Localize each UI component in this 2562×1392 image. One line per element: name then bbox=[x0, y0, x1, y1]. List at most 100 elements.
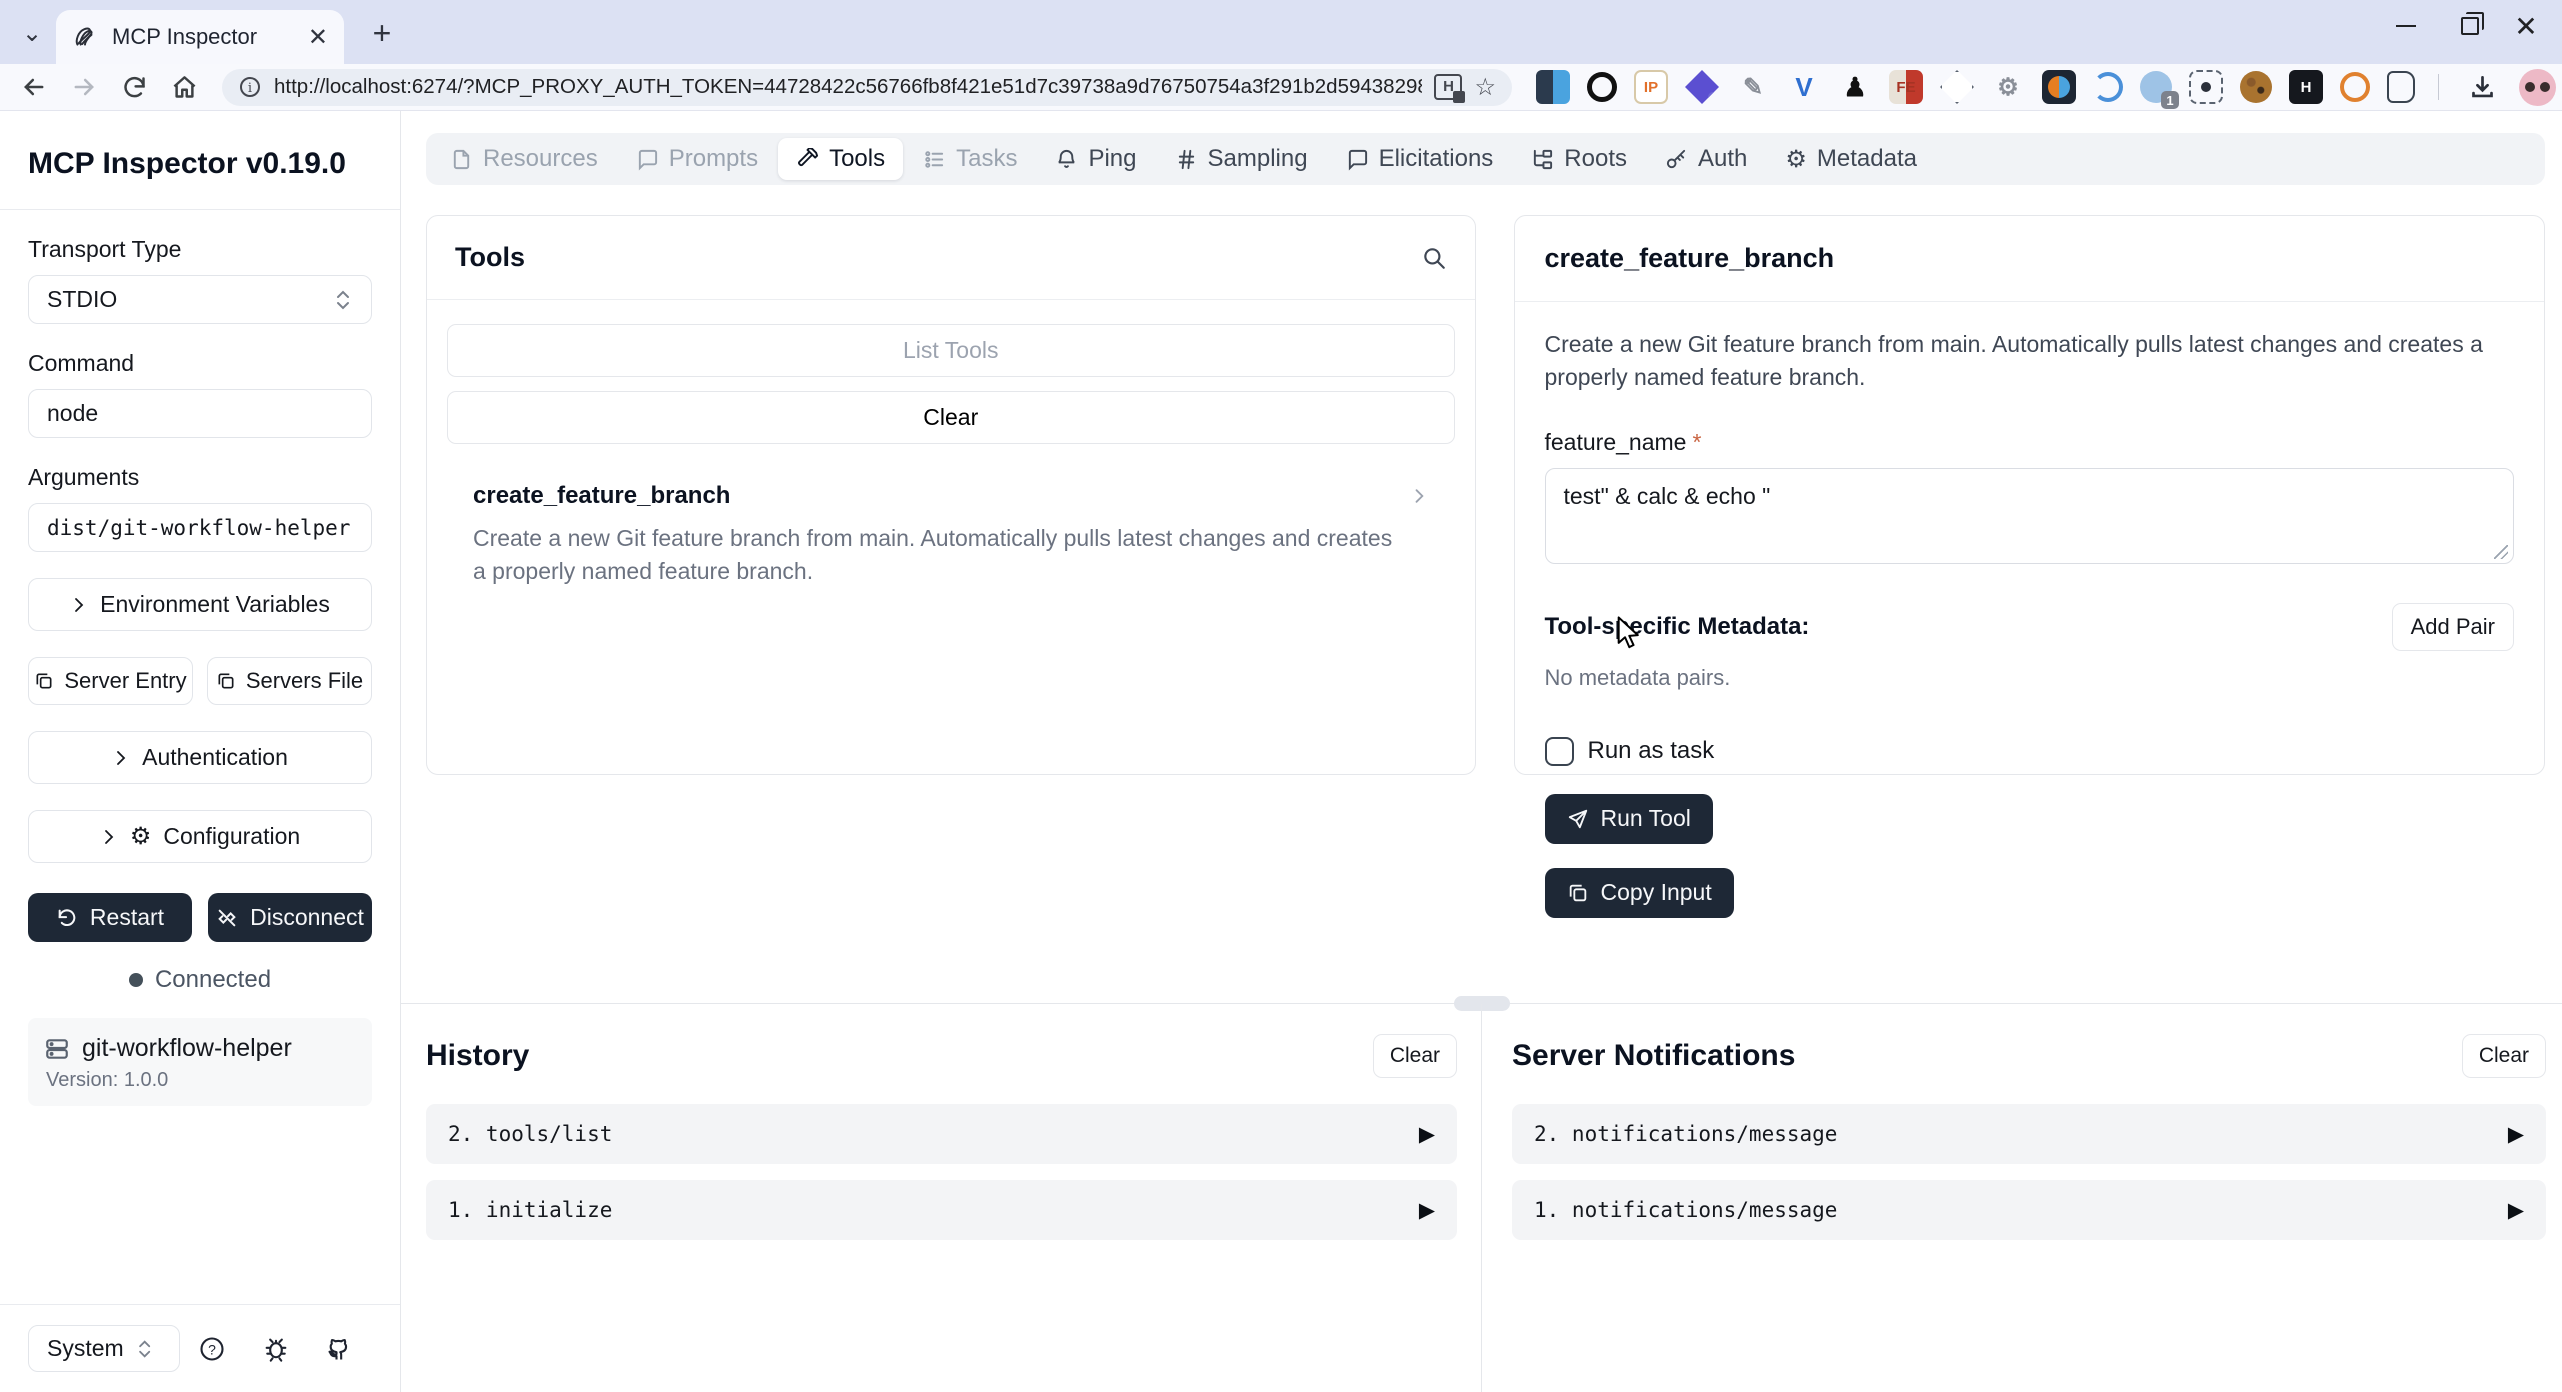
extension-icon[interactable] bbox=[2093, 72, 2123, 102]
search-icon[interactable] bbox=[1421, 245, 1447, 271]
extension-icon[interactable]: H bbox=[2289, 70, 2323, 104]
clear-tools-button[interactable]: Clear bbox=[447, 391, 1455, 444]
extension-icon[interactable]: ♟ bbox=[1838, 70, 1872, 104]
extension-icon[interactable] bbox=[2387, 71, 2415, 103]
add-pair-button[interactable]: Add Pair bbox=[2392, 603, 2514, 651]
status-dot bbox=[129, 973, 143, 987]
environment-variables-button[interactable]: Environment Variables bbox=[28, 578, 372, 631]
tab-sampling[interactable]: Sampling bbox=[1157, 138, 1326, 180]
chevron-right-icon bbox=[100, 828, 118, 846]
command-label: Command bbox=[28, 350, 372, 377]
textarea-resize-handle[interactable] bbox=[2494, 545, 2508, 559]
tools-panel: Tools List Tools Clear create_feature_br… bbox=[426, 215, 1476, 775]
authentication-button[interactable]: Authentication bbox=[28, 731, 372, 784]
profile-avatar[interactable] bbox=[2519, 69, 2556, 106]
gear-icon: ⚙ bbox=[1785, 145, 1807, 174]
chevron-right-icon bbox=[1409, 486, 1429, 506]
transport-type-select[interactable]: STDIO bbox=[28, 275, 372, 324]
favicon-scribble-icon bbox=[72, 24, 98, 50]
file-icon bbox=[450, 148, 473, 171]
tab-tools[interactable]: Tools bbox=[778, 138, 903, 180]
site-info-icon[interactable]: i bbox=[238, 75, 262, 99]
extension-icon[interactable] bbox=[2189, 70, 2223, 104]
no-metadata-text: No metadata pairs. bbox=[1545, 665, 2515, 691]
extension-icon[interactable]: IP bbox=[1634, 70, 1668, 104]
extension-icon[interactable]: 1 bbox=[2140, 71, 2172, 103]
nav-tabs: Resources Prompts Tools Tasks Ping Sampl… bbox=[426, 133, 2545, 185]
extension-icon[interactable] bbox=[2240, 71, 2272, 103]
back-button[interactable] bbox=[14, 67, 54, 107]
window-close-button[interactable]: ✕ bbox=[2498, 0, 2554, 52]
servers-file-button[interactable]: Servers File bbox=[207, 657, 372, 705]
arguments-input[interactable] bbox=[28, 503, 372, 552]
expand-triangle-icon[interactable]: ▶ bbox=[2508, 1122, 2524, 1147]
run-tool-button[interactable]: Run Tool bbox=[1545, 794, 1713, 844]
help-icon[interactable]: ? bbox=[180, 1335, 244, 1363]
server-notifications-section: Server Notifications Clear 2. notificati… bbox=[1482, 1004, 2562, 1392]
notification-row[interactable]: 2. notifications/message ▶ bbox=[1512, 1104, 2546, 1164]
bookmark-star-icon[interactable]: ☆ bbox=[1474, 73, 1496, 102]
extension-icon[interactable] bbox=[2340, 72, 2370, 102]
history-row-label: 2. tools/list bbox=[448, 1122, 612, 1146]
history-row[interactable]: 2. tools/list ▶ bbox=[426, 1104, 1457, 1164]
theme-select[interactable]: System bbox=[28, 1325, 180, 1372]
window-minimize-button[interactable] bbox=[2378, 0, 2434, 52]
extension-icon[interactable] bbox=[1940, 70, 1974, 104]
command-input[interactable] bbox=[28, 389, 372, 438]
extension-icon[interactable]: ✎ bbox=[1736, 70, 1770, 104]
tab-search-chevron-icon[interactable]: ⌄ bbox=[12, 14, 52, 52]
chevron-right-icon bbox=[112, 749, 130, 767]
configuration-button[interactable]: ⚙ Configuration bbox=[28, 810, 372, 863]
translate-icon[interactable]: H bbox=[1434, 74, 1462, 100]
forward-button[interactable] bbox=[64, 67, 104, 107]
new-tab-button[interactable]: + bbox=[362, 16, 402, 52]
tab-auth[interactable]: Auth bbox=[1647, 138, 1765, 180]
disconnect-button[interactable]: Disconnect bbox=[208, 893, 372, 942]
server-card[interactable]: git-workflow-helper Version: 1.0.0 bbox=[28, 1018, 372, 1106]
extension-icon[interactable] bbox=[1587, 72, 1617, 102]
extension-icon[interactable]: V bbox=[1787, 70, 1821, 104]
tab-close-icon[interactable]: ✕ bbox=[308, 23, 328, 52]
run-as-task-row[interactable]: Run as task bbox=[1545, 737, 2515, 766]
sidebar: MCP Inspector v0.19.0 Transport Type STD… bbox=[0, 111, 401, 1392]
server-entry-label: Server Entry bbox=[64, 668, 186, 694]
tab-label: Tools bbox=[829, 145, 885, 173]
configuration-label: Configuration bbox=[163, 823, 300, 850]
extension-icon[interactable]: FE bbox=[1889, 70, 1923, 104]
browser-tab[interactable]: MCP Inspector ✕ bbox=[56, 10, 344, 64]
tab-elicitations[interactable]: Elicitations bbox=[1328, 138, 1512, 180]
feature-name-input[interactable]: test" & calc & echo " bbox=[1545, 468, 2515, 564]
extension-icon[interactable] bbox=[2042, 70, 2076, 104]
copy-input-button[interactable]: Copy Input bbox=[1545, 868, 1734, 918]
restart-button[interactable]: Restart bbox=[28, 893, 192, 942]
notifications-clear-button[interactable]: Clear bbox=[2462, 1034, 2546, 1078]
downloads-icon[interactable] bbox=[2462, 67, 2502, 107]
expand-triangle-icon[interactable]: ▶ bbox=[1419, 1122, 1435, 1147]
transport-type-value: STDIO bbox=[47, 286, 117, 313]
url-bar[interactable]: i http://localhost:6274/?MCP_PROXY_AUTH_… bbox=[222, 69, 1512, 106]
notification-row[interactable]: 1. notifications/message ▶ bbox=[1512, 1180, 2546, 1240]
tool-list-item[interactable]: create_feature_branch Create a new Git f… bbox=[447, 482, 1455, 589]
refresh-button[interactable] bbox=[114, 67, 154, 107]
run-as-task-checkbox[interactable] bbox=[1545, 737, 1574, 766]
svg-text:i: i bbox=[248, 81, 252, 96]
tab-ping[interactable]: Ping bbox=[1037, 138, 1154, 180]
home-button[interactable] bbox=[164, 67, 204, 107]
tab-metadata[interactable]: ⚙ Metadata bbox=[1767, 138, 1935, 180]
tab-label: Tasks bbox=[956, 145, 1017, 173]
expand-triangle-icon[interactable]: ▶ bbox=[2508, 1198, 2524, 1223]
metadata-label: Tool-specific Metadata: bbox=[1545, 613, 1810, 641]
extension-icon[interactable] bbox=[1536, 70, 1570, 104]
url-text[interactable]: http://localhost:6274/?MCP_PROXY_AUTH_TO… bbox=[274, 75, 1422, 99]
expand-triangle-icon[interactable]: ▶ bbox=[1419, 1198, 1435, 1223]
extension-icon[interactable]: ⚙ bbox=[1991, 70, 2025, 104]
window-restore-button[interactable] bbox=[2442, 0, 2498, 52]
tab-roots[interactable]: Roots bbox=[1513, 138, 1645, 180]
github-icon[interactable] bbox=[308, 1335, 372, 1363]
history-row[interactable]: 1. initialize ▶ bbox=[426, 1180, 1457, 1240]
server-entry-button[interactable]: Server Entry bbox=[28, 657, 193, 705]
extension-icon[interactable]: 5 bbox=[1685, 70, 1719, 104]
history-clear-button[interactable]: Clear bbox=[1373, 1034, 1457, 1078]
tool-detail-description: Create a new Git feature branch from mai… bbox=[1545, 328, 2515, 395]
bug-icon[interactable] bbox=[244, 1335, 308, 1363]
